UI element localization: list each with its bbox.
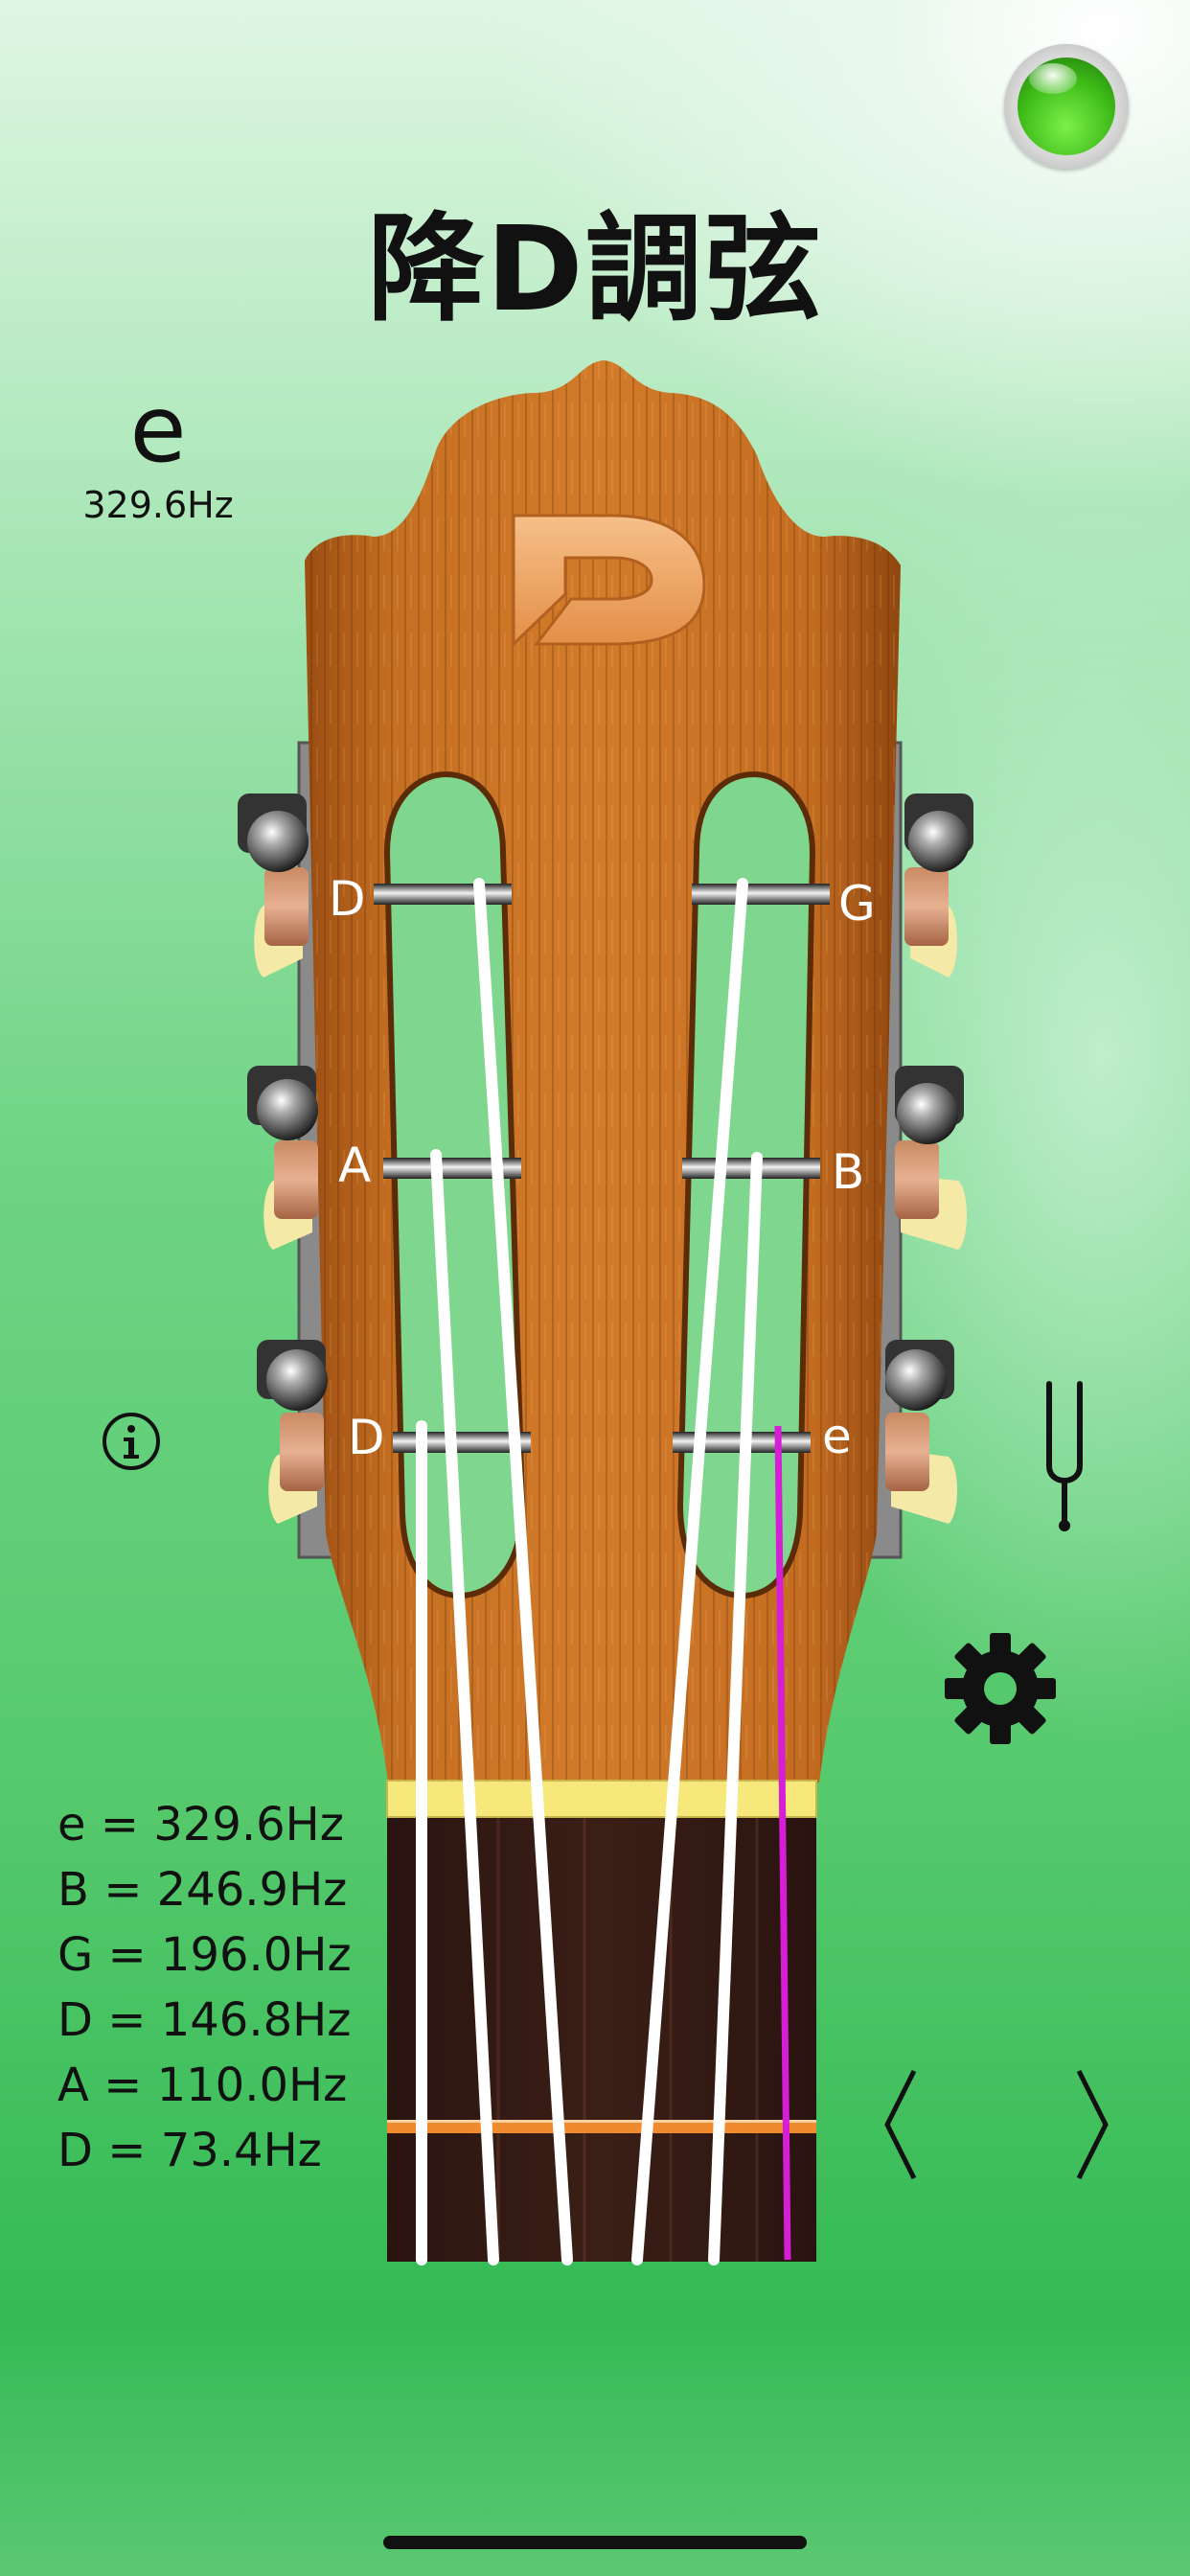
- label-right-1[interactable]: G: [838, 876, 876, 932]
- home-indicator[interactable]: [383, 2536, 807, 2549]
- tuner-left-1[interactable]: [238, 794, 309, 978]
- label-left-2[interactable]: A: [338, 1138, 371, 1193]
- guitar-nut: [386, 1780, 817, 1818]
- frequency-list: e = 329.6Hz B = 246.9Hz G = 196.0Hz D = …: [57, 1792, 352, 2183]
- frequency-row: G = 196.0Hz: [57, 1928, 352, 1982]
- tuner-right-2[interactable]: [895, 1066, 967, 1250]
- roller-left-1: [374, 884, 512, 905]
- frequency-row: D = 146.8Hz: [57, 1993, 352, 2047]
- label-right-3[interactable]: e: [822, 1409, 852, 1464]
- roller-right-1: [692, 884, 830, 905]
- info-icon[interactable]: [101, 1411, 162, 1472]
- frequency-row: B = 246.9Hz: [57, 1863, 348, 1917]
- guitar-headstock: D A D G B e: [238, 360, 973, 2266]
- tuning-fork-icon[interactable]: [1038, 1380, 1091, 1533]
- gear-icon[interactable]: [941, 1629, 1060, 1748]
- tuner-left-2[interactable]: [247, 1066, 318, 1250]
- frequency-row: D = 73.4Hz: [57, 2124, 322, 2177]
- tuner-right-1[interactable]: [904, 794, 973, 978]
- fret-line: [387, 2120, 816, 2123]
- chevron-right-icon[interactable]: [1071, 2065, 1113, 2184]
- tuner-right-3[interactable]: [885, 1340, 957, 1524]
- frequency-row: A = 110.0Hz: [57, 2058, 348, 2112]
- tuner-left-3[interactable]: [257, 1340, 328, 1524]
- label-left-1[interactable]: D: [329, 871, 366, 927]
- label-left-3[interactable]: D: [348, 1410, 385, 1465]
- chevron-left-icon[interactable]: [880, 2065, 922, 2184]
- frequency-row: e = 329.6Hz: [57, 1798, 344, 1852]
- label-right-2[interactable]: B: [832, 1144, 864, 1200]
- fretboard: [387, 1802, 816, 2262]
